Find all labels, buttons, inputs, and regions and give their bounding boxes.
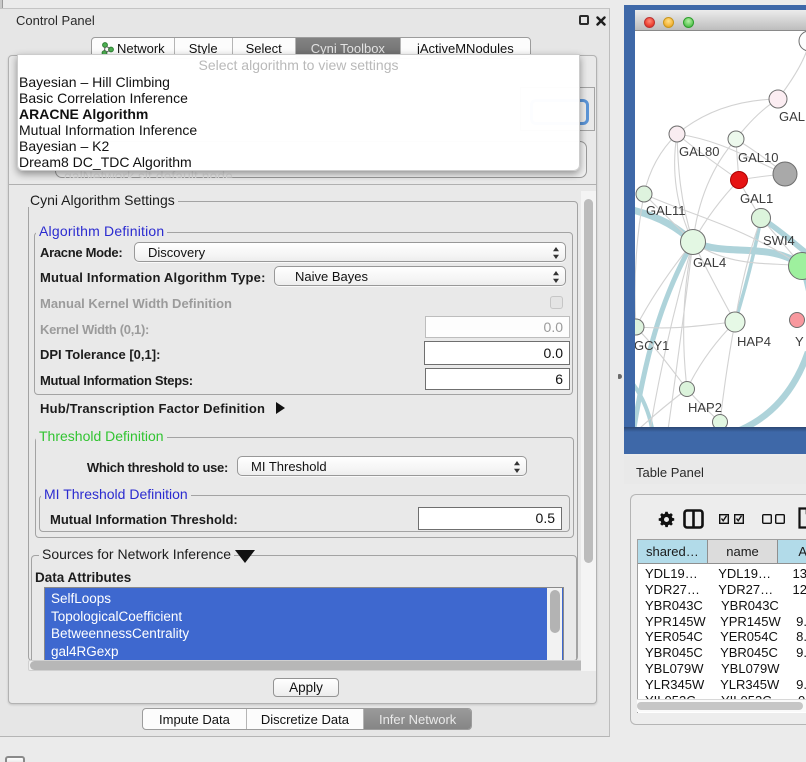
svg-text:GAL11: GAL11 [646,203,686,218]
svg-text:GAL4: GAL4 [693,255,726,270]
svg-text:Y: Y [795,334,804,349]
svg-text:GAL: GAL [779,109,805,124]
svg-text:GCY1: GCY1 [635,338,669,353]
svg-text:GAL1: GAL1 [740,191,773,206]
svg-text:HAP2: HAP2 [688,400,722,415]
svg-text:GAL80: GAL80 [679,144,719,159]
svg-text:HAP4: HAP4 [737,334,771,349]
svg-text:GAL10: GAL10 [738,150,778,165]
svg-text:SWI4: SWI4 [763,233,795,248]
